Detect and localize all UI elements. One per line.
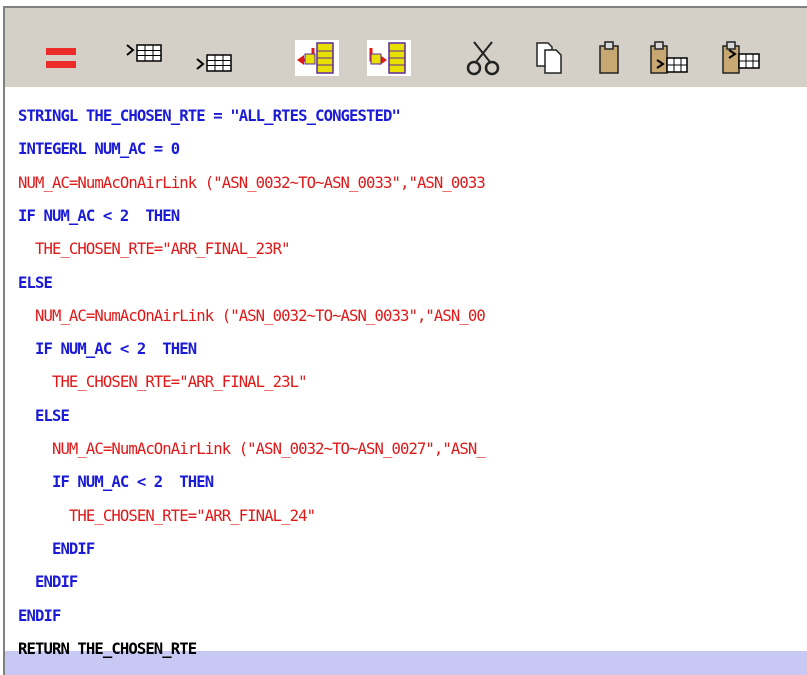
code-line[interactable]: INTEGERL NUM_AC = 0 <box>18 136 180 163</box>
copy-icon[interactable] <box>531 38 567 78</box>
paste-above-icon[interactable] <box>647 38 691 78</box>
code-line[interactable]: NUM_AC=NumAcOnAirLink ("ASN_0032~TO~ASN_… <box>18 303 486 330</box>
code-line[interactable]: ELSE <box>18 403 70 430</box>
code-editor[interactable]: STRINGL THE_CHOSEN_RTE = "ALL_RTES_CONGE… <box>3 87 807 675</box>
equals-icon[interactable] <box>43 38 79 78</box>
insert-row-above-icon[interactable] <box>123 38 167 78</box>
code-line[interactable]: THE_CHOSEN_RTE="ARR_FINAL_24" <box>18 503 316 530</box>
script-editor-window: STRINGL THE_CHOSEN_RTE = "ALL_RTES_CONGE… <box>0 0 807 675</box>
insert-row-below-icon[interactable] <box>191 38 239 78</box>
code-line[interactable]: NUM_AC=NumAcOnAirLink ("ASN_0032~TO~ASN_… <box>18 170 486 197</box>
code-line[interactable]: IF NUM_AC < 2 THEN <box>18 336 197 363</box>
code-line[interactable]: THE_CHOSEN_RTE="ARR_FINAL_23R" <box>18 236 291 263</box>
code-line[interactable]: ENDIF <box>18 569 78 596</box>
code-line[interactable]: ENDIF <box>18 536 95 563</box>
move-left-icon[interactable] <box>295 38 339 78</box>
code-line[interactable]: THE_CHOSEN_RTE="ARR_FINAL_23L" <box>18 369 308 396</box>
toolbar <box>3 6 807 87</box>
cut-icon[interactable] <box>463 38 503 78</box>
code-line[interactable]: IF NUM_AC < 2 THEN <box>18 203 180 230</box>
code-line[interactable]: RETURN THE_CHOSEN_RTE <box>18 636 197 663</box>
paste-icon[interactable] <box>591 38 627 78</box>
paste-below-icon[interactable] <box>719 38 763 78</box>
code-line[interactable]: NUM_AC=NumAcOnAirLink ("ASN_0032~TO~ASN_… <box>18 436 486 463</box>
code-line[interactable]: ELSE <box>18 270 53 297</box>
move-right-icon[interactable] <box>367 38 411 78</box>
code-line[interactable]: STRINGL THE_CHOSEN_RTE = "ALL_RTES_CONGE… <box>18 103 401 130</box>
code-line[interactable]: ENDIF <box>18 603 61 630</box>
code-line[interactable]: IF NUM_AC < 2 THEN <box>18 469 214 496</box>
